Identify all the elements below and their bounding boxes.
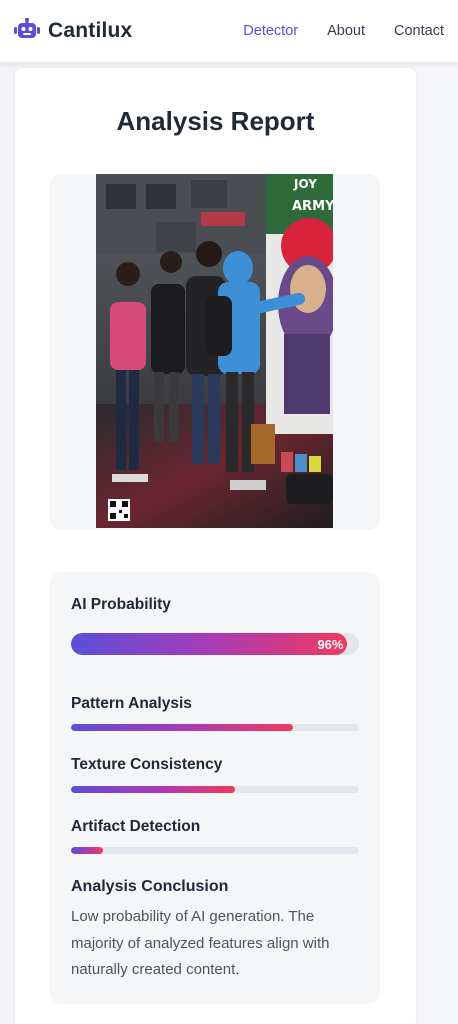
- texture-consistency-bar: [71, 786, 359, 793]
- brand-name: Cantilux: [48, 19, 133, 42]
- robot-icon: [14, 17, 40, 45]
- image-preview-panel: JOY ARMY: [50, 174, 380, 530]
- metric-label-texture-consistency: Texture Consistency: [71, 756, 223, 773]
- top-navbar: Cantilux Detector About Contact: [0, 0, 458, 62]
- artifact-detection-bar-fill: [71, 847, 103, 854]
- metric-label-pattern-analysis: Pattern Analysis: [71, 695, 192, 712]
- conclusion-title: Analysis Conclusion: [71, 878, 229, 895]
- conclusion-text: Low probability of AI generation. The ma…: [71, 908, 330, 978]
- analyzed-image[interactable]: JOY ARMY: [96, 174, 333, 528]
- nav-about[interactable]: About: [327, 23, 365, 39]
- mural-text-2: ARMY: [292, 199, 333, 214]
- texture-consistency-bar-fill: [71, 786, 236, 793]
- side-background: [416, 62, 458, 1024]
- artifact-detection-bar: [71, 847, 359, 854]
- metric-label-ai-probability: AI Probability: [71, 596, 171, 613]
- page-title: Analysis Report: [116, 106, 315, 136]
- pattern-analysis-bar: [71, 724, 359, 731]
- brand[interactable]: Cantilux: [14, 17, 133, 45]
- nav-contact[interactable]: Contact: [394, 23, 444, 39]
- ai-probability-bar-fill: 96%: [71, 633, 348, 655]
- metrics-panel: AI Probability 96% Pattern Analysis Text…: [50, 572, 380, 1004]
- report-card: Analysis Report JOY ARMY AI Probability …: [15, 68, 416, 1024]
- ai-probability-value: 96%: [317, 636, 344, 652]
- mural-text-1: JOY: [293, 177, 317, 191]
- pattern-analysis-bar-fill: [71, 724, 293, 731]
- metric-label-artifact-detection: Artifact Detection: [71, 818, 201, 835]
- ai-probability-bar: 96%: [71, 633, 359, 655]
- main-nav: Detector About Contact: [243, 23, 444, 39]
- nav-detector[interactable]: Detector: [243, 23, 298, 39]
